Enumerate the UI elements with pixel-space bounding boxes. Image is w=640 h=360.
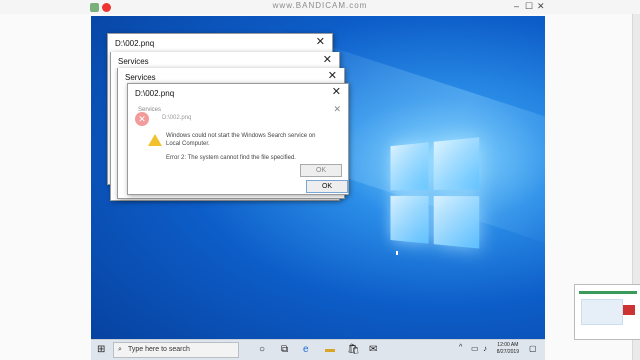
- dialog-title: D:\002.pnq: [115, 39, 155, 48]
- search-icon: ⌕: [118, 346, 122, 353]
- minimize-icon[interactable]: –: [514, 1, 519, 11]
- folder-icon[interactable]: ▬: [325, 344, 335, 355]
- close-button[interactable]: ✕: [316, 35, 325, 48]
- cortana-icon[interactable]: ○: [259, 344, 265, 355]
- thumb-bar: [579, 291, 637, 294]
- dialog-title: Services: [118, 57, 149, 66]
- close-button[interactable]: ✕: [323, 53, 332, 66]
- thumb-accent: [623, 305, 635, 315]
- store-icon[interactable]: 🛍: [347, 344, 360, 355]
- desktop[interactable]: D:\002.pnq ✕ Services ✕ Services ✕ D:\00…: [91, 16, 545, 360]
- ok-button[interactable]: OK: [306, 180, 348, 193]
- clock[interactable]: 12:00 AM 8/27/2019: [497, 342, 519, 356]
- dialog-title: D:\002.pnq: [135, 89, 175, 98]
- logo-pane: [433, 196, 480, 249]
- faded-filename: D:\002.pnq: [162, 115, 192, 121]
- host-titlebar: www.BANDICAM.com – ☐ ✕: [0, 0, 640, 14]
- notification-icon[interactable]: ▢: [529, 344, 537, 353]
- recording-thumbnail[interactable]: [574, 284, 640, 340]
- logo-pane: [433, 137, 480, 190]
- close-button[interactable]: ✕: [328, 69, 337, 82]
- message-line-2: Local Computer.: [166, 141, 210, 147]
- windows-logo: [390, 137, 482, 251]
- close-button[interactable]: ✕: [332, 85, 341, 98]
- clock-time: 12:00 AM: [497, 342, 519, 348]
- thumb-window: [581, 299, 623, 325]
- maximize-icon[interactable]: ☐: [525, 1, 533, 12]
- task-view-icon[interactable]: ⧉: [281, 344, 288, 355]
- search-box[interactable]: ⌕ Type here to search: [113, 342, 239, 358]
- clock-date: 8/27/2019: [496, 349, 519, 355]
- close-button[interactable]: ✕: [333, 104, 341, 115]
- warning-icon: [148, 134, 162, 146]
- dialog-title: Services: [125, 73, 156, 82]
- edge-icon[interactable]: e: [303, 344, 309, 355]
- logo-pane: [390, 195, 429, 244]
- ghost-services-title: Services: [138, 107, 162, 113]
- mouse-cursor-icon: [396, 251, 398, 255]
- search-placeholder: Type here to search: [128, 346, 190, 353]
- chevron-up-icon[interactable]: ^: [459, 344, 462, 351]
- message-line-1: Windows could not start the Windows Sear…: [166, 133, 316, 139]
- file-dialog-front[interactable]: D:\002.pnq ✕ ✕ D:\002.pnq Services ✕ Win…: [127, 83, 349, 195]
- ok-button-faded[interactable]: OK: [300, 164, 342, 177]
- error-icon: ✕: [135, 112, 149, 126]
- start-icon[interactable]: ⊞: [97, 344, 105, 355]
- close-icon[interactable]: ✕: [537, 1, 545, 12]
- volume-icon[interactable]: ♪: [483, 344, 487, 353]
- logo-pane: [390, 142, 429, 191]
- network-icon[interactable]: ▭: [471, 344, 479, 353]
- mail-icon[interactable]: ✉: [369, 344, 377, 355]
- error-message: Error 2: The system cannot find the file…: [166, 155, 296, 161]
- taskbar: ⊞ ⌕ Type here to search ○ ⧉ e ▬ 🛍 ✉ ^ ▭ …: [91, 339, 545, 360]
